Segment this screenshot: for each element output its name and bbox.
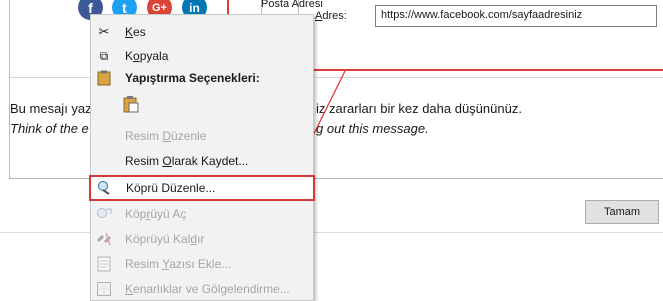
menu-item-edit-picture[interactable]: Resim Düzenle <box>91 125 313 147</box>
menu-item-label: Köprüyü Kaldır <box>125 232 205 246</box>
link-remove-icon <box>96 231 112 247</box>
link-open-icon <box>96 206 112 222</box>
paste-keep-source-option[interactable] <box>91 91 313 117</box>
copy-icon: ⧉ <box>99 48 109 63</box>
body-text-line2-left: Think of the e <box>10 121 89 136</box>
menu-item-label: Kes <box>125 25 146 39</box>
menu-item-edit-link[interactable]: Köprü Düzenle... <box>89 175 315 201</box>
borders-icon <box>96 281 112 297</box>
paste-keep-icon <box>123 96 139 113</box>
ok-button[interactable]: Tamam <box>585 200 659 224</box>
body-text-line1-left: Bu mesajı yaz <box>10 101 92 116</box>
menu-item-copy[interactable]: ⧉ Kopyala <box>91 45 313 67</box>
menu-item-label: Kopyala <box>125 49 169 63</box>
scissors-icon: ✂ <box>98 24 110 39</box>
menu-item-insert-caption[interactable]: Resim Yazısı Ekle... <box>91 253 313 275</box>
clipboard-icon <box>96 70 112 86</box>
menu-item-save-as-picture[interactable]: Resim Olarak Kaydet... <box>91 150 313 172</box>
body-text-line2-right: g out this message. <box>316 121 429 136</box>
menu-item-remove-link[interactable]: Köprüyü Kaldır <box>91 228 313 250</box>
menu-item-label: Resim Düzenle <box>125 129 207 143</box>
caption-icon <box>96 256 112 272</box>
menu-item-cut[interactable]: ✂ Kes <box>91 21 313 43</box>
menu-item-label: Yapıştırma Seçenekleri: <box>125 71 260 85</box>
menu-item-open-link[interactable]: Köprüyü Aç <box>91 203 313 225</box>
paste-options-header: Yapıştırma Seçenekleri: <box>91 67 313 89</box>
menu-item-label: Köprü Düzenle... <box>126 181 216 195</box>
menu-item-borders-shading[interactable]: Kenarlıklar ve Gölgelendirme... <box>91 278 313 300</box>
menu-item-label: Köprüyü Aç <box>125 207 187 221</box>
menu-item-label: Kenarlıklar ve Gölgelendirme... <box>125 282 290 296</box>
link-edit-icon <box>97 180 113 196</box>
menu-item-label: Resim Olarak Kaydet... <box>125 154 249 168</box>
context-menu: ✂ Kes ⧉ Kopyala Yapıştırma Seçenekleri: … <box>89 14 315 301</box>
menu-item-label: Resim Yazısı Ekle... <box>125 257 232 271</box>
body-text-line1-right: iz zararları bir kez daha düşününüz. <box>316 101 522 116</box>
